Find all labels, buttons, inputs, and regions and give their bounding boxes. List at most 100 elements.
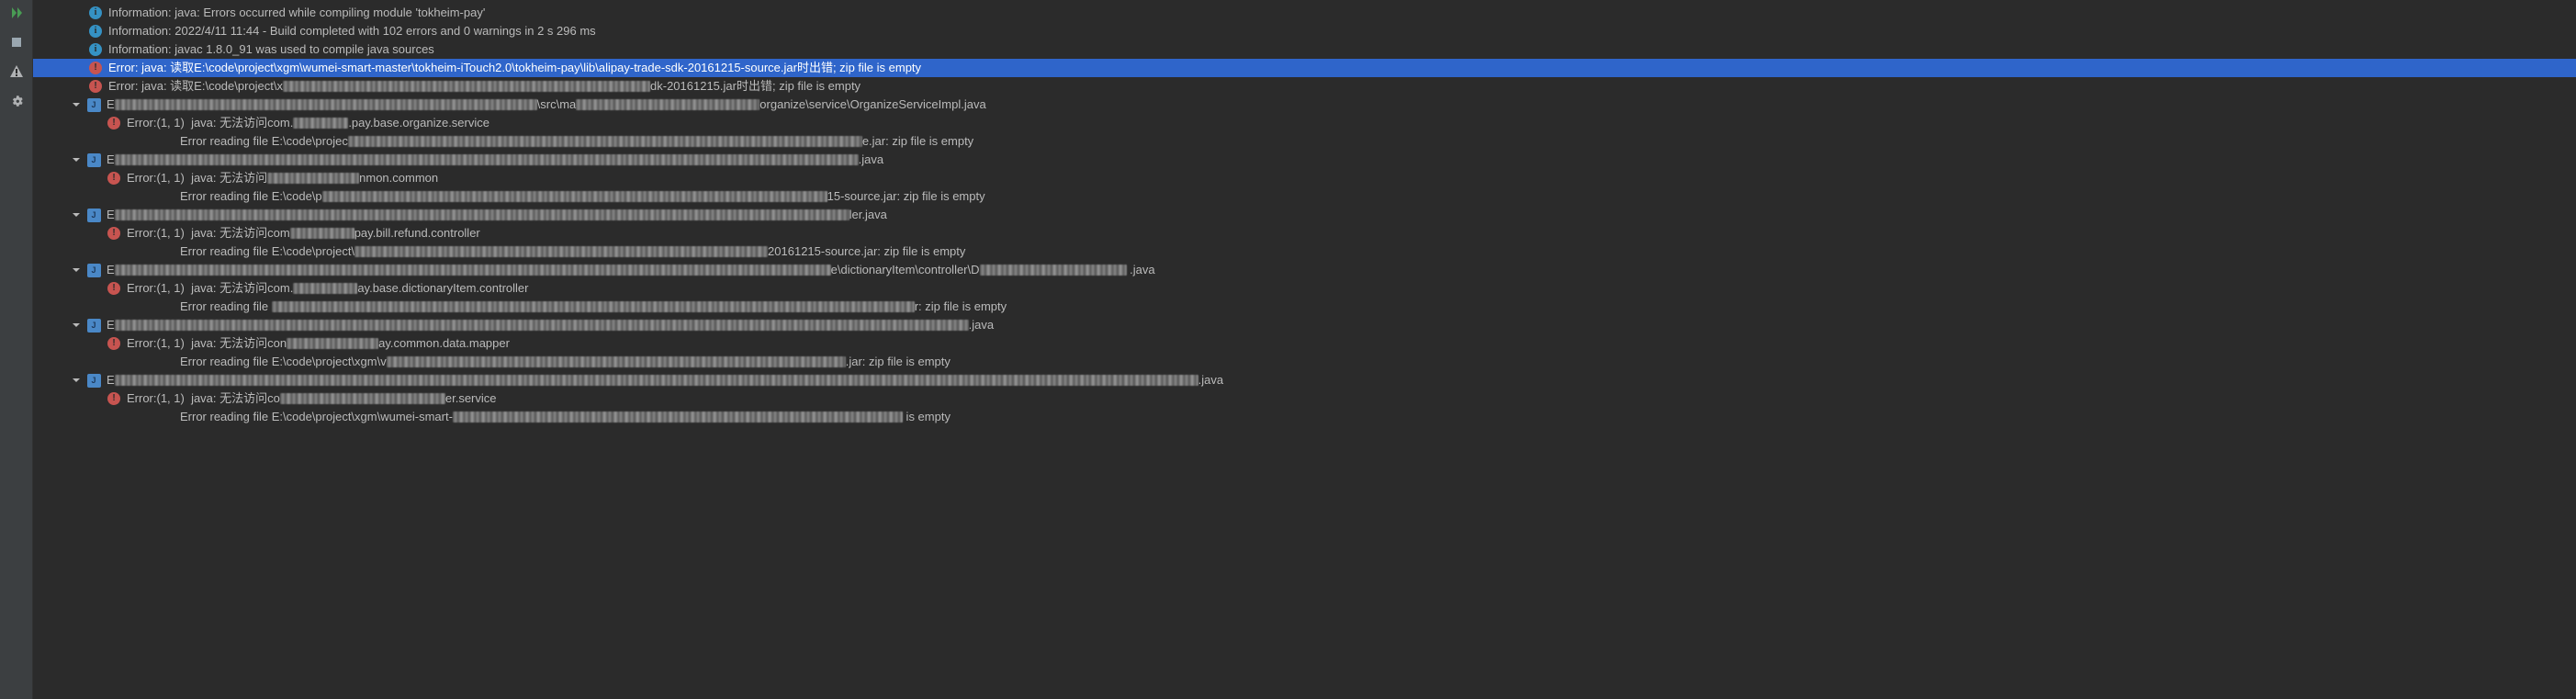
message-text: Information: java: Errors occurred while… — [108, 4, 485, 22]
message-error[interactable]: Error: java: 读取E:\code\project\xgm\wumei… — [33, 59, 2576, 77]
error-detail[interactable]: Error reading file E:\code\project\xgm\v… — [33, 353, 2576, 371]
obscured-text — [293, 283, 357, 294]
message-text-part: dk-20161215.jar时出错; zip file is empty — [650, 77, 861, 96]
error-icon — [88, 61, 103, 75]
chevron-down-icon[interactable] — [70, 319, 83, 332]
error-icon — [107, 391, 121, 406]
obscured-text — [980, 265, 1127, 276]
detail-text-part: .jar: zip file is empty — [846, 353, 951, 371]
file-node[interactable]: E \src\ma organize\service\OrganizeServi… — [33, 96, 2576, 114]
java-file-icon — [86, 373, 101, 388]
obscured-text — [115, 375, 1198, 386]
info-icon — [88, 6, 103, 20]
java-file-icon — [86, 318, 101, 333]
detail-text-part: is empty — [903, 408, 951, 426]
error-detail[interactable]: Error reading file E:\code\p 15-source.j… — [33, 187, 2576, 206]
chevron-down-icon[interactable] — [70, 98, 83, 111]
error-text-part: pay.bill.refund.controller — [354, 224, 480, 242]
file-label-part: organize\service\OrganizeServiceImpl.jav… — [759, 96, 985, 114]
error-text-part: Error:(1, 1) java: 无法访问con — [127, 334, 287, 353]
detail-text-part: 15-source.jar: zip file is empty — [827, 187, 985, 206]
file-node[interactable]: E .java — [33, 151, 2576, 169]
obscured-text — [290, 228, 354, 239]
compile-error[interactable]: Error:(1, 1) java: 无法访问co er.service — [33, 389, 2576, 408]
rerun-icon[interactable] — [7, 4, 26, 22]
file-label-part: E — [107, 371, 115, 389]
file-label-part: E — [107, 151, 115, 169]
obscured-text — [272, 301, 915, 312]
obscured-text — [283, 81, 650, 92]
chevron-down-icon[interactable] — [70, 374, 83, 387]
error-detail[interactable]: Error reading file E:\code\projec e.jar:… — [33, 132, 2576, 151]
chevron-down-icon[interactable] — [70, 264, 83, 276]
java-file-icon — [86, 152, 101, 167]
error-icon — [107, 281, 121, 296]
java-file-icon — [86, 263, 101, 277]
message-text: Information: 2022/4/11 11:44 - Build com… — [108, 22, 596, 40]
obscured-text — [293, 118, 348, 129]
obscured-text — [115, 209, 849, 220]
obscured-text — [115, 99, 537, 110]
file-label-part: .java — [1127, 261, 1155, 279]
message-error[interactable]: Error: java: 读取E:\code\project\x dk-2016… — [33, 77, 2576, 96]
file-label-part: e\dictionaryItem\controller\D — [831, 261, 980, 279]
info-icon — [88, 42, 103, 57]
compile-error[interactable]: Error:(1, 1) java: 无法访问 nmon.common — [33, 169, 2576, 187]
detail-text-part: r: zip file is empty — [915, 298, 1007, 316]
error-text-part: Error:(1, 1) java: 无法访问co — [127, 389, 280, 408]
error-text-part: .pay.base.organize.service — [348, 114, 489, 132]
detail-text-part: Error reading file E:\code\project\ — [180, 242, 354, 261]
file-node[interactable]: E ler.java — [33, 206, 2576, 224]
error-icon — [107, 336, 121, 351]
error-detail[interactable]: Error reading file r: zip file is empty — [33, 298, 2576, 316]
error-icon — [88, 79, 103, 94]
error-text-part: Error:(1, 1) java: 无法访问com. — [127, 114, 293, 132]
detail-text-part: Error reading file E:\code\project\xgm\w… — [180, 408, 453, 426]
file-label-part: E — [107, 261, 115, 279]
error-detail[interactable]: Error reading file E:\code\project\xgm\w… — [33, 408, 2576, 426]
error-icon — [107, 226, 121, 241]
obscured-text — [287, 338, 378, 349]
obscured-text — [348, 136, 862, 147]
stop-icon[interactable] — [7, 33, 26, 51]
message-info[interactable]: Information: java: Errors occurred while… — [33, 4, 2576, 22]
message-text-part: Error: java: 读取E:\code\project\x — [108, 77, 283, 96]
chevron-down-icon[interactable] — [70, 153, 83, 166]
detail-text-part: Error reading file E:\code\project\xgm\v — [180, 353, 387, 371]
detail-text-part: 20161215-source.jar: zip file is empty — [768, 242, 965, 261]
obscured-text — [322, 191, 827, 202]
error-text-part: Error:(1, 1) java: 无法访问 — [127, 169, 267, 187]
obscured-text — [354, 246, 768, 257]
error-text-part: Error:(1, 1) java: 无法访问com. — [127, 279, 293, 298]
detail-text-part: Error reading file E:\code\projec — [180, 132, 348, 151]
compile-error[interactable]: Error:(1, 1) java: 无法访问con ay.common.dat… — [33, 334, 2576, 353]
file-label-part: .java — [859, 151, 883, 169]
obscured-text — [115, 154, 859, 165]
obscured-text — [387, 356, 846, 367]
file-label-part: E — [107, 206, 115, 224]
file-node[interactable]: E .java — [33, 316, 2576, 334]
error-text-part: er.service — [445, 389, 497, 408]
error-detail[interactable]: Error reading file E:\code\project\ 2016… — [33, 242, 2576, 261]
settings-icon[interactable] — [7, 92, 26, 110]
file-node[interactable]: E .java — [33, 371, 2576, 389]
error-text-part: nmon.common — [359, 169, 438, 187]
error-icon — [107, 116, 121, 130]
info-icon — [88, 24, 103, 39]
problems-view-icon[interactable] — [7, 62, 26, 81]
compile-error[interactable]: Error:(1, 1) java: 无法访问com. ay.base.dict… — [33, 279, 2576, 298]
file-label-part: \src\ma — [537, 96, 577, 114]
file-label-part: E — [107, 96, 115, 114]
compile-error[interactable]: Error:(1, 1) java: 无法访问com. .pay.base.or… — [33, 114, 2576, 132]
chevron-down-icon[interactable] — [70, 209, 83, 221]
message-info[interactable]: Information: javac 1.8.0_91 was used to … — [33, 40, 2576, 59]
error-text-part: Error:(1, 1) java: 无法访问com — [127, 224, 290, 242]
file-label-part: E — [107, 316, 115, 334]
obscured-text — [576, 99, 759, 110]
file-node[interactable]: E e\dictionaryItem\controller\D .java — [33, 261, 2576, 279]
obscured-text — [115, 320, 969, 331]
messages-tree[interactable]: Information: java: Errors occurred while… — [33, 0, 2576, 699]
message-info[interactable]: Information: 2022/4/11 11:44 - Build com… — [33, 22, 2576, 40]
tool-gutter — [0, 0, 33, 699]
compile-error[interactable]: Error:(1, 1) java: 无法访问com pay.bill.refu… — [33, 224, 2576, 242]
